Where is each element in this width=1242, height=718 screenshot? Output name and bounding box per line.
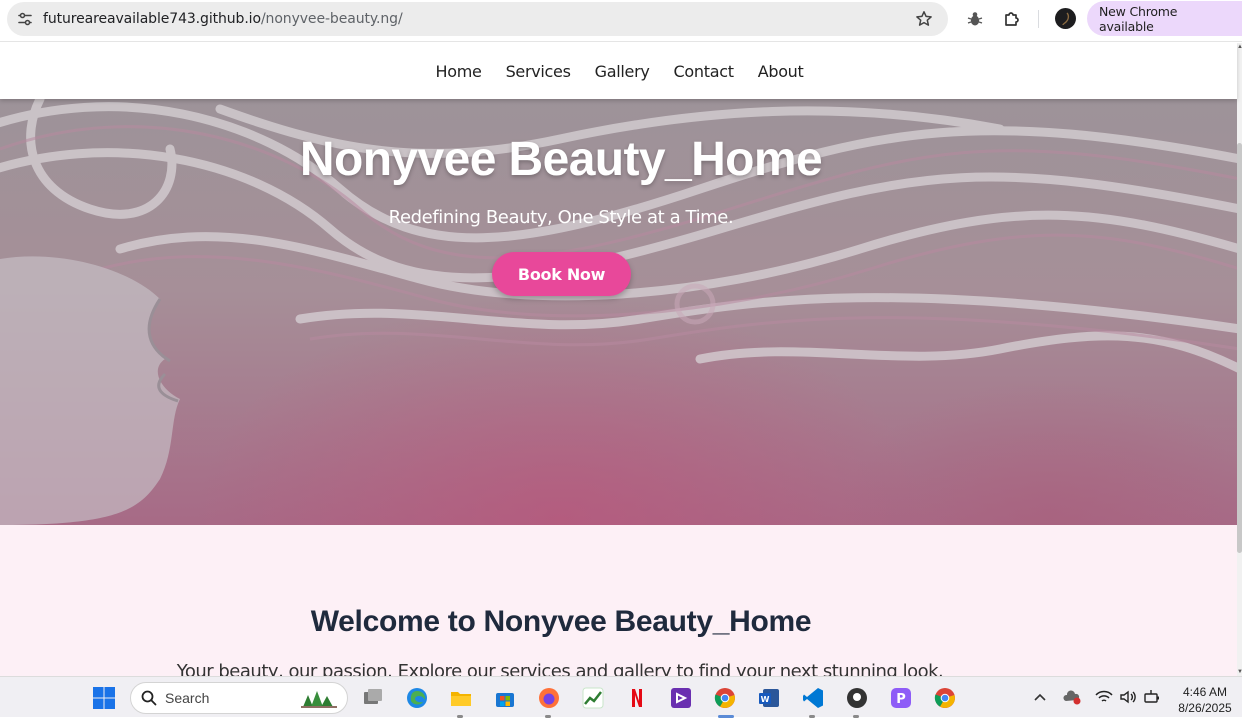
microsoft-store-icon[interactable] <box>492 685 518 711</box>
file-explorer-icon[interactable] <box>448 685 474 711</box>
stocks-app-icon[interactable] <box>580 685 606 711</box>
wifi-icon[interactable] <box>1094 687 1114 707</box>
url-host: futureareavailable743.github.io <box>43 11 261 27</box>
welcome-text: Your beauty, our passion. Explore our se… <box>176 661 944 676</box>
site-navbar: Home Services Gallery Contact About <box>0 43 1237 99</box>
scroll-down-arrow-icon[interactable]: ▼ <box>1237 668 1242 676</box>
url-text[interactable]: futureareavailable743.github.io/nonyvee-… <box>43 11 403 27</box>
taskbar-clock[interactable]: 4:46 AM 8/26/2025 <box>1170 684 1240 716</box>
nav-gallery[interactable]: Gallery <box>595 62 650 81</box>
puzzle-icon[interactable] <box>1001 8 1023 30</box>
toolbar-separator <box>1038 10 1039 28</box>
github-desktop-icon[interactable] <box>844 685 870 711</box>
url-path: /nonyvee-beauty.ng/ <box>260 11 403 27</box>
page-viewport: Home Services Gallery Contact About Nony… <box>0 43 1242 676</box>
scroll-thumb[interactable] <box>1237 143 1242 553</box>
chrome-icon[interactable] <box>712 685 738 711</box>
scroll-up-arrow-icon[interactable]: ▲ <box>1237 43 1242 51</box>
bug-icon[interactable] <box>964 8 986 30</box>
clock-time: 4:46 AM <box>1182 685 1228 699</box>
search-icon <box>141 690 157 706</box>
nav-contact[interactable]: Contact <box>674 62 734 81</box>
browser-toolbar: futureareavailable743.github.io/nonyvee-… <box>0 0 1242 42</box>
os-taskbar: Search W P 4:46 AM 8/26/2025 <box>0 676 1242 718</box>
hero-section: Nonyvee Beauty_Home Redefining Beauty, O… <box>0 99 1237 525</box>
volume-icon[interactable] <box>1118 687 1138 707</box>
visual-studio-icon[interactable] <box>668 685 694 711</box>
update-chip[interactable]: New Chrome available <box>1087 1 1242 36</box>
firefox-icon[interactable] <box>536 685 562 711</box>
hero-title: Nonyvee Beauty_Home <box>299 133 823 186</box>
netflix-icon[interactable] <box>624 685 650 711</box>
nav-home[interactable]: Home <box>436 62 482 81</box>
nav-services[interactable]: Services <box>506 62 571 81</box>
chrome-alt-icon[interactable] <box>932 685 958 711</box>
onedrive-error-icon[interactable] <box>1062 687 1082 707</box>
search-placeholder: Search <box>165 690 210 706</box>
taskbar-search[interactable]: Search <box>130 682 348 714</box>
app-p-icon[interactable]: P <box>888 685 914 711</box>
nav-about[interactable]: About <box>758 62 804 81</box>
vscode-icon[interactable] <box>800 685 826 711</box>
update-chip-label: New Chrome available <box>1099 3 1178 34</box>
welcome-title: Welcome to Nonyvee Beauty_Home <box>310 605 812 638</box>
chevron-up-icon[interactable] <box>1030 687 1050 707</box>
windows-start-icon[interactable] <box>91 685 117 711</box>
site-info-icon[interactable] <box>15 9 35 29</box>
address-bar[interactable]: futureareavailable743.github.io/nonyvee-… <box>7 2 948 36</box>
book-now-button[interactable]: Book Now <box>492 252 631 296</box>
svg-text:P: P <box>896 692 906 707</box>
page-scrollbar[interactable]: ▲ ▼ <box>1237 43 1242 676</box>
word-icon[interactable]: W <box>756 685 782 711</box>
svg-text:W: W <box>761 695 770 704</box>
battery-icon[interactable] <box>1142 687 1162 707</box>
bookmark-star-icon[interactable] <box>914 9 934 29</box>
edge-icon[interactable] <box>404 685 430 711</box>
clock-date: 8/26/2025 <box>1178 701 1232 715</box>
task-view-icon[interactable] <box>360 685 386 711</box>
search-highlight-icon <box>299 687 339 709</box>
hero-subtitle: Redefining Beauty, One Style at a Time. <box>388 207 734 228</box>
profile-avatar[interactable] <box>1055 8 1076 29</box>
